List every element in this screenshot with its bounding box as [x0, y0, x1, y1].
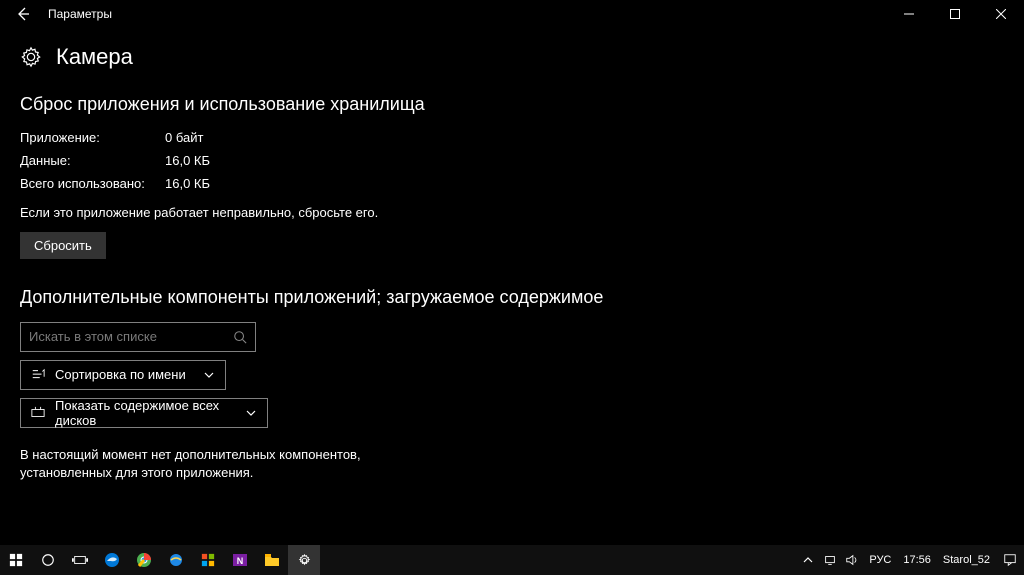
cortana-button[interactable]	[32, 545, 64, 575]
storage-value: 16,0 КБ	[165, 153, 210, 168]
reset-button[interactable]: Сбросить	[20, 232, 106, 259]
store-icon	[201, 553, 215, 567]
volume-tray[interactable]	[841, 553, 863, 567]
empty-line: установленных для этого приложения.	[20, 464, 1004, 483]
chrome-icon	[136, 552, 152, 568]
maximize-icon	[950, 9, 960, 19]
folder-icon	[264, 553, 280, 567]
circle-icon	[41, 553, 55, 567]
taskbar-left: N	[0, 545, 320, 575]
taskbar-right: РУС 17:56 Starol_52	[797, 545, 1024, 575]
sort-dropdown[interactable]: Сортировка по имени	[20, 360, 226, 390]
storage-heading: Сброс приложения и использование хранили…	[20, 92, 1004, 116]
edge-app[interactable]	[96, 545, 128, 575]
edge-icon	[104, 552, 120, 568]
svg-text:N: N	[237, 556, 244, 566]
action-center[interactable]	[996, 553, 1024, 567]
ie-app[interactable]	[160, 545, 192, 575]
close-button[interactable]	[978, 0, 1024, 28]
onenote-app[interactable]: N	[224, 545, 256, 575]
table-row: Всего использовано: 16,0 КБ	[20, 176, 1004, 191]
arrow-left-icon	[15, 6, 31, 22]
gear-icon	[20, 46, 42, 68]
chevron-up-icon	[803, 555, 813, 565]
language-indicator[interactable]: РУС	[863, 554, 897, 566]
drive-icon	[29, 406, 47, 420]
settings-app[interactable]	[288, 545, 320, 575]
chevron-down-icon	[201, 370, 217, 380]
drives-dropdown[interactable]: Показать содержимое всех дисков	[20, 398, 268, 428]
addons-empty-message: В настоящий момент нет дополнительных ко…	[20, 446, 1004, 484]
taskbar: N	[0, 545, 1024, 575]
notification-icon	[1003, 553, 1017, 567]
search-box[interactable]	[20, 322, 256, 352]
network-tray[interactable]	[819, 553, 841, 567]
drives-label: Показать содержимое всех дисков	[55, 398, 243, 428]
storage-label: Данные:	[20, 153, 165, 168]
windows-icon	[9, 553, 23, 567]
titlebar: Параметры	[0, 0, 1024, 28]
back-button[interactable]	[0, 0, 46, 28]
table-row: Приложение: 0 байт	[20, 130, 1004, 145]
storage-value: 0 байт	[165, 130, 203, 145]
storage-value: 16,0 КБ	[165, 176, 210, 191]
chrome-app[interactable]	[128, 545, 160, 575]
minimize-button[interactable]	[886, 0, 932, 28]
storage-label: Всего использовано:	[20, 176, 165, 191]
search-icon	[233, 330, 247, 344]
onenote-icon: N	[232, 552, 248, 568]
storage-label: Приложение:	[20, 130, 165, 145]
start-button[interactable]	[0, 545, 32, 575]
search-input[interactable]	[29, 329, 233, 344]
taskview-icon	[72, 554, 88, 566]
maximize-button[interactable]	[932, 0, 978, 28]
empty-line: В настоящий момент нет дополнительных ко…	[20, 446, 1004, 465]
store-app[interactable]	[192, 545, 224, 575]
sort-label: Сортировка по имени	[55, 367, 201, 382]
app-title: Параметры	[46, 7, 112, 21]
tray-chevron[interactable]	[797, 555, 819, 565]
chevron-down-icon	[243, 408, 259, 418]
clock[interactable]: 17:56	[897, 554, 937, 566]
table-row: Данные: 16,0 КБ	[20, 153, 1004, 168]
gear-icon	[297, 553, 312, 568]
minimize-icon	[904, 9, 914, 19]
page-header: Камера	[20, 44, 1004, 70]
sort-icon	[29, 368, 47, 382]
user-label[interactable]: Starol_52	[937, 554, 996, 566]
close-icon	[996, 9, 1006, 19]
ie-icon	[168, 552, 184, 568]
volume-icon	[845, 553, 859, 567]
storage-table: Приложение: 0 байт Данные: 16,0 КБ Всего…	[20, 130, 1004, 191]
explorer-app[interactable]	[256, 545, 288, 575]
reset-hint: Если это приложение работает неправильно…	[20, 205, 1004, 220]
page-title: Камера	[56, 44, 133, 70]
page-content: Камера Сброс приложения и использование …	[0, 44, 1024, 483]
network-icon	[823, 553, 837, 567]
window-controls	[886, 0, 1024, 28]
addons-heading: Дополнительные компоненты приложений; за…	[20, 285, 1004, 309]
taskview-button[interactable]	[64, 545, 96, 575]
